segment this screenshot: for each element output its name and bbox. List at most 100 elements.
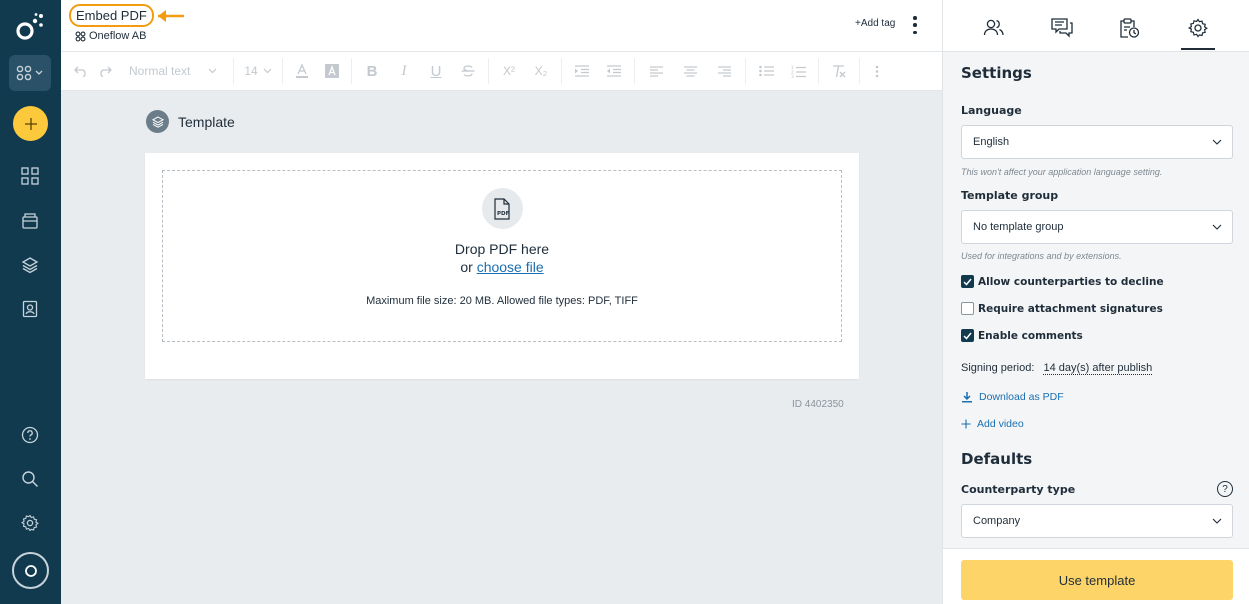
company-name[interactable]: Oneflow AB	[75, 30, 146, 42]
oneflow-logo-icon[interactable]	[16, 13, 46, 43]
documents-nav-button[interactable]	[9, 203, 51, 239]
toolbar-divider	[488, 58, 489, 84]
align-left-icon[interactable]	[639, 58, 673, 84]
help-circle-icon	[21, 426, 39, 444]
template-group-select[interactable]: No template group	[961, 210, 1233, 244]
template-group-hint: Used for integrations and by extensions.	[961, 251, 1122, 261]
checkbox-checked-icon	[961, 275, 974, 288]
counterparty-type-value: Company	[973, 515, 1021, 527]
font-size-dropdown[interactable]: 14	[238, 58, 278, 84]
counterparty-type-select[interactable]: Company	[961, 504, 1233, 538]
use-template-button[interactable]: Use template	[961, 560, 1233, 600]
checkbox-unchecked-icon	[961, 302, 974, 315]
toolbar-divider	[233, 58, 234, 84]
enable-comments-label: Enable comments	[978, 329, 1083, 342]
chat-icon	[1051, 18, 1073, 38]
template-group-label: Template group	[961, 189, 1059, 202]
toolbar-divider	[859, 58, 860, 84]
text-color-icon[interactable]	[287, 58, 317, 84]
plus-icon	[24, 117, 37, 130]
language-select[interactable]: English	[961, 125, 1233, 159]
strikethrough-icon[interactable]	[452, 58, 484, 84]
tab-audit-trail[interactable]	[1112, 10, 1146, 50]
section-title: Template	[178, 113, 235, 130]
gear-icon	[21, 514, 39, 532]
pdf-dropzone[interactable]: PDF Drop PDF here or choose file Maximum…	[162, 170, 842, 342]
layers-icon	[146, 110, 169, 133]
enable-comments-checkbox[interactable]: Enable comments	[961, 329, 1083, 342]
redo-icon[interactable]	[91, 58, 119, 84]
help-circle-icon[interactable]: ?	[1217, 481, 1233, 497]
align-center-icon[interactable]	[673, 58, 707, 84]
toolbar-divider	[745, 58, 746, 84]
require-attachment-signatures-checkbox[interactable]: Require attachment signatures	[961, 302, 1163, 315]
sidebar-footer: Use template	[943, 548, 1249, 604]
pdf-section-card: PDF Drop PDF here or choose file Maximum…	[145, 153, 859, 379]
chevron-down-icon	[263, 68, 272, 74]
users-icon	[983, 19, 1004, 36]
add-tag-button[interactable]: +Add tag	[855, 18, 895, 29]
indent-icon[interactable]	[566, 58, 598, 84]
language-label: Language	[961, 104, 1022, 117]
workspace-icon	[75, 31, 86, 41]
language-value: English	[973, 136, 1010, 148]
profile-button[interactable]	[12, 552, 49, 589]
download-icon	[962, 392, 972, 403]
highlight-color-icon[interactable]	[317, 58, 347, 84]
contacts-nav-button[interactable]	[9, 291, 51, 327]
chevron-down-icon	[208, 68, 217, 74]
text-style-dropdown[interactable]: Normal text	[119, 58, 229, 84]
search-nav-button[interactable]	[9, 461, 51, 497]
font-size-label: 14	[244, 64, 258, 78]
settings-nav-button[interactable]	[9, 505, 51, 541]
underline-icon[interactable]: U	[420, 58, 452, 84]
outdent-icon[interactable]	[598, 58, 630, 84]
user-circle-icon	[24, 564, 37, 577]
numbered-list-icon[interactable]: 123	[782, 58, 814, 84]
italic-icon[interactable]: I	[388, 58, 420, 84]
dashboard-nav-button[interactable]	[9, 158, 51, 194]
document-id: ID 4402350	[792, 399, 844, 410]
more-toolbar-icon[interactable]	[864, 58, 890, 84]
dashboard-icon	[21, 167, 39, 185]
toolbar-divider	[634, 58, 635, 84]
add-video-link[interactable]: Add video	[961, 418, 1024, 430]
sidebar-tabs	[943, 0, 1249, 52]
bullet-list-icon[interactable]	[750, 58, 782, 84]
clear-formatting-icon[interactable]	[823, 58, 855, 84]
workspace-switcher-button[interactable]	[9, 55, 51, 91]
plus-icon	[961, 419, 971, 429]
company-label: Oneflow AB	[89, 30, 147, 42]
settings-heading: Settings	[961, 64, 1032, 82]
undo-icon[interactable]	[71, 58, 91, 84]
superscript-icon[interactable]: X²	[493, 58, 525, 84]
tab-participants[interactable]	[977, 10, 1011, 50]
tab-messages[interactable]	[1045, 10, 1079, 50]
left-navigation	[0, 0, 61, 604]
bold-icon[interactable]: B	[356, 58, 388, 84]
document-canvas: Template PDF Drop PDF here or choose fil…	[61, 92, 942, 604]
tab-settings[interactable]	[1181, 10, 1215, 50]
align-right-icon[interactable]	[707, 58, 741, 84]
svg-text:3: 3	[791, 74, 794, 78]
subscript-icon[interactable]: X₂	[525, 58, 557, 84]
download-pdf-label: Download as PDF	[979, 391, 1064, 403]
document-title[interactable]: Embed PDF	[69, 4, 154, 27]
more-options-icon[interactable]	[909, 16, 921, 34]
allow-decline-checkbox[interactable]: Allow counterparties to decline	[961, 275, 1164, 288]
gear-icon	[1188, 18, 1208, 38]
document-header: Embed PDF Oneflow AB +Add tag	[61, 0, 942, 52]
choose-file-link[interactable]: choose file	[477, 259, 544, 275]
chevron-down-icon	[1212, 224, 1222, 230]
text-style-label: Normal text	[129, 64, 191, 78]
create-new-button[interactable]	[13, 106, 48, 141]
templates-nav-button[interactable]	[9, 247, 51, 283]
drop-instructions: Drop PDF here or choose file	[455, 240, 549, 276]
drop-subline: or choose file	[455, 258, 549, 276]
help-nav-button[interactable]	[9, 417, 51, 453]
signing-period-value[interactable]: 14 day(s) after publish	[1043, 362, 1153, 375]
download-pdf-link[interactable]: Download as PDF	[961, 391, 1064, 403]
workspace-icon	[16, 65, 43, 81]
clipboard-clock-icon	[1120, 18, 1140, 38]
checkbox-checked-icon	[961, 329, 974, 342]
